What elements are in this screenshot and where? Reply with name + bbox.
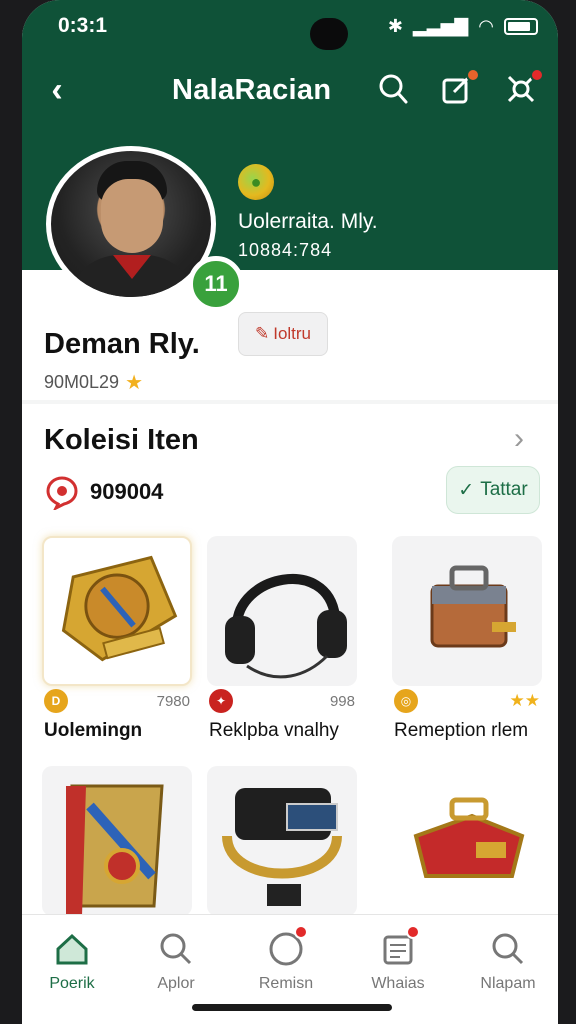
header-info: ● Uolerraita. Mly. 10884:784 xyxy=(238,164,378,261)
share-badge xyxy=(466,68,480,82)
search-icon xyxy=(156,929,196,969)
status-icons: ✱ ▂▃▅▇ ◠ xyxy=(388,16,538,37)
check-icon: ✓ xyxy=(458,479,475,501)
item-card[interactable] xyxy=(207,766,357,916)
filter-label: Tattar xyxy=(480,479,528,500)
item-card[interactable] xyxy=(392,766,542,916)
nav-label: Poerik xyxy=(49,975,95,992)
top-nav: ‹ NalaRacian xyxy=(22,66,558,116)
bluetooth-icon: ✱ xyxy=(387,16,403,36)
profile-name: Deman Rly. xyxy=(44,328,200,360)
pencil-icon: ✎ xyxy=(254,324,270,343)
item-value: 7980 xyxy=(156,692,190,710)
level-badge: 11 xyxy=(188,256,244,312)
nav-item-explore[interactable]: Aplor xyxy=(126,929,226,993)
toolbox-image xyxy=(430,565,516,648)
notification-badge xyxy=(294,925,308,939)
front-camera xyxy=(310,18,348,50)
search-icon xyxy=(488,929,528,969)
nav-label: Whaias xyxy=(371,975,425,992)
item-name: Uolemingn xyxy=(44,720,143,741)
news-badge xyxy=(406,925,420,939)
trophy-shield-image xyxy=(61,555,178,662)
nav-item-news[interactable]: Whaias xyxy=(348,925,448,993)
search-icon xyxy=(379,74,408,104)
edit-label: Ioltru xyxy=(273,324,312,343)
item-meta: D 7980 xyxy=(44,688,190,714)
wifi-icon: ◠ xyxy=(478,16,494,36)
signal-icon: ▂▃▅▇ xyxy=(412,16,469,36)
item-card[interactable] xyxy=(392,536,542,686)
page-title: NalaRacian xyxy=(172,74,332,106)
item-name: Reklpba vnalhy xyxy=(209,720,339,741)
item-card[interactable] xyxy=(42,536,192,686)
headphones-image xyxy=(225,574,347,679)
coin-icon: ✦ xyxy=(209,689,233,713)
collection-count-value: 909004 xyxy=(90,479,164,504)
nav-label: Remisn xyxy=(258,975,314,992)
item-name: Remeption rlem xyxy=(394,720,529,741)
back-button[interactable]: ‹ xyxy=(40,70,74,110)
share-button[interactable] xyxy=(440,68,480,106)
gadget-image xyxy=(222,788,342,906)
search-button[interactable] xyxy=(376,72,410,106)
avatar[interactable]: 11 xyxy=(46,146,244,312)
profile-id-text: 90M0L29 xyxy=(44,372,120,392)
header-subtitle: Uolerraita. Mly. xyxy=(238,210,378,233)
nav-label: Nlapam xyxy=(480,975,536,992)
collection-badge-icon xyxy=(46,476,78,510)
profile-id: 90M0L29 ★ xyxy=(44,370,143,395)
home-icon xyxy=(52,929,92,969)
collection-title: Koleisi Iten xyxy=(44,424,199,456)
header-number: 10884:784 xyxy=(238,240,333,260)
coin-icon: D xyxy=(44,689,68,713)
app-screen: 0:3:1 ✱ ▂▃▅▇ ◠ ‹ NalaRacian ● Uolerraita… xyxy=(22,0,558,1024)
item-value: 998 xyxy=(329,692,355,710)
filter-button[interactable]: ✓ Tattar xyxy=(446,466,540,514)
notification-icon xyxy=(266,925,308,969)
home-indicator[interactable] xyxy=(192,1004,392,1011)
item-meta: ✦ 998 xyxy=(209,688,355,714)
settings-badge xyxy=(530,68,544,82)
phone-frame: 0:3:1 ✱ ▂▃▅▇ ◠ ‹ NalaRacian ● Uolerraita… xyxy=(0,0,576,1024)
collection-section: Koleisi Iten › 909004 ✓ Tattar D 7980 ✦ … xyxy=(22,404,558,916)
treasure-box-image xyxy=(413,797,525,878)
item-card[interactable] xyxy=(42,766,192,916)
nav-item-home[interactable]: Poerik xyxy=(22,929,122,993)
status-time: 0:3:1 xyxy=(58,14,108,37)
nav-label: Aplor xyxy=(157,975,195,992)
item-meta: ◎ ★★ xyxy=(394,688,540,714)
edit-button[interactable]: ✎ Ioltru xyxy=(238,312,328,356)
armor-image xyxy=(66,784,164,916)
battery-icon xyxy=(504,18,538,35)
coin-icon: ● xyxy=(238,164,274,200)
nav-item-notifications[interactable]: Remisn xyxy=(236,925,336,993)
item-card[interactable] xyxy=(207,536,357,686)
collection-count: 909004 xyxy=(44,474,163,510)
nav-item-search[interactable]: Nlapam xyxy=(458,929,558,993)
chevron-right-icon[interactable]: › xyxy=(514,422,540,456)
settings-button[interactable] xyxy=(504,68,544,106)
status-bar: 0:3:1 ✱ ▂▃▅▇ ◠ xyxy=(22,10,558,50)
rating-stars: ★★ xyxy=(509,691,540,710)
star-icon: ★ xyxy=(125,372,143,394)
news-icon xyxy=(378,925,420,969)
coin-icon: ◎ xyxy=(394,689,418,713)
